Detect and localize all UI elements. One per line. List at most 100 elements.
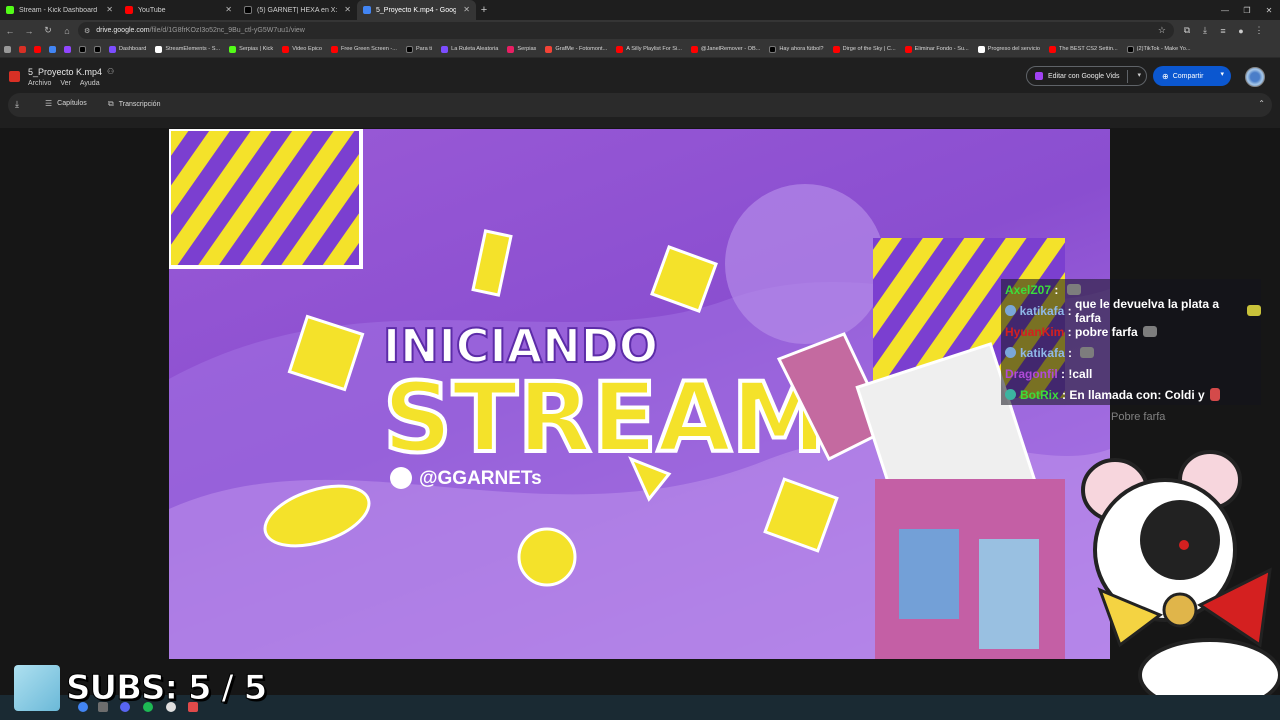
tab-title: 5_Proyecto K.mp4 - Google...: [376, 6, 456, 14]
apps-icon[interactable]: [4, 45, 11, 53]
chrome-taskbar-icon[interactable]: [78, 702, 88, 712]
bookmark-item[interactable]: La Ruleta Aleatoria: [441, 45, 498, 53]
badge-icon: [1005, 305, 1016, 316]
home-icon[interactable]: ⌂: [58, 22, 76, 40]
share-button[interactable]: ⊕ Compartir ▾: [1153, 66, 1231, 86]
youtube-bookmark-icon[interactable]: [34, 45, 41, 53]
bookmark-item[interactable]: The BEST CS2 Settin...: [1048, 45, 1118, 53]
chat-text: pobre farfa: [1075, 324, 1138, 339]
profile-icon[interactable]: ●: [1232, 22, 1250, 39]
app-taskbar-icon[interactable]: [98, 702, 108, 712]
window-controls: — ❐ ✕: [1214, 0, 1280, 20]
minimize-icon[interactable]: —: [1214, 0, 1236, 20]
menu-ayuda[interactable]: Ayuda: [80, 80, 100, 87]
bookmark-star-icon[interactable]: ☆: [1158, 25, 1166, 36]
divider: [1127, 70, 1128, 83]
close-tab-icon[interactable]: ✕: [344, 5, 351, 14]
spotify-taskbar-icon[interactable]: [143, 702, 153, 712]
bookmark-item[interactable]: (2)TikTok - Make Yo...: [1126, 45, 1191, 53]
tiktok-icon[interactable]: [79, 45, 86, 53]
media-icon[interactable]: ≡: [1214, 22, 1232, 39]
close-tab-icon[interactable]: ✕: [463, 5, 470, 14]
menu-ver[interactable]: Ver: [60, 80, 71, 87]
url-bar[interactable]: ⚙ drive.google.com/file/d/1G8frKOzI3o52n…: [78, 22, 1174, 39]
maximize-icon[interactable]: ❐: [1236, 0, 1258, 20]
chat-text: !call: [1068, 366, 1093, 381]
shared-lock-icon[interactable]: ⚇: [107, 67, 114, 76]
bookmark-item[interactable]: Dashboard: [109, 45, 146, 53]
bookmark-item[interactable]: Free Green Screen -...: [330, 45, 397, 53]
app2-taskbar-icon[interactable]: [188, 702, 198, 712]
chat-username: katikafa: [1019, 303, 1065, 318]
gmail-icon[interactable]: [19, 45, 26, 53]
close-tab-icon[interactable]: ✕: [225, 5, 232, 14]
chevron-down-icon[interactable]: ▾: [1137, 71, 1141, 79]
download-icon[interactable]: ⤓: [15, 99, 19, 110]
emote-icon: [1142, 326, 1157, 337]
chat-text: En llamada con: Coldi y: [1069, 387, 1205, 402]
bookmark-favicon-icon: [229, 45, 237, 53]
discord-taskbar-icon[interactable]: [120, 702, 130, 712]
bookmark-item[interactable]: StreamElements - S...: [155, 45, 221, 53]
x-bookmark-icon[interactable]: [94, 45, 101, 53]
chevron-down-icon[interactable]: ▾: [1220, 70, 1224, 78]
bookmark-favicon-icon: [109, 45, 116, 53]
video-viewer: INICIANDO STREAM @GGARNETs AxelZ07 : kat…: [0, 128, 1280, 695]
bookmark-item[interactable]: A Silly Playlist For Si...: [616, 45, 682, 53]
close-tab-icon[interactable]: ✕: [106, 5, 113, 14]
bookmark-label: StreamElements - S...: [165, 46, 221, 52]
bookmark-item[interactable]: Progreso del servicio: [977, 45, 1040, 53]
chat-separator: :: [1064, 303, 1075, 318]
twitch-icon[interactable]: [64, 45, 71, 53]
back-icon[interactable]: ←: [1, 22, 19, 40]
bookmark-item[interactable]: Serpias: [507, 45, 537, 53]
edit-with-vids-button[interactable]: Editar con Google Vids ▾: [1026, 66, 1147, 86]
site-info-icon[interactable]: ⚙: [84, 27, 90, 35]
new-tab-button[interactable]: +: [476, 0, 492, 20]
video-handle: @GGARNETs: [419, 468, 542, 489]
menu-archivo[interactable]: Archivo: [28, 80, 51, 87]
forward-icon[interactable]: →: [20, 22, 38, 40]
chevron-up-icon[interactable]: ⌃: [1258, 99, 1265, 108]
bookmark-label: (2)TikTok - Make Yo...: [1136, 46, 1191, 52]
bookmark-favicon-icon: [282, 45, 290, 53]
bookmark-favicon-icon: [769, 45, 777, 53]
emote-icon: [1066, 284, 1081, 295]
reload-icon[interactable]: ↻: [39, 22, 57, 40]
bookmark-item[interactable]: Hay ahora fútbol?: [769, 45, 824, 53]
file-menu: Archivo Ver Ayuda: [28, 80, 109, 87]
menu-icon[interactable]: ⋮: [1250, 22, 1268, 39]
bookmark-label: @JanelRemover - OB...: [700, 46, 761, 52]
extensions-icon[interactable]: ⧉: [1178, 22, 1196, 39]
emote-icon: [1247, 305, 1261, 316]
bookmark-item[interactable]: @JanelRemover - OB...: [690, 45, 761, 53]
video-frame[interactable]: INICIANDO STREAM @GGARNETs: [169, 129, 1110, 659]
bookmark-favicon-icon: [616, 45, 624, 53]
browser-tab-drive[interactable]: 5_Proyecto K.mp4 - Google... ✕: [357, 0, 476, 20]
bookmark-item[interactable]: Eliminar Fondo - Su...: [904, 45, 969, 53]
bookmark-item[interactable]: Dirge of the Sky | C...: [832, 45, 896, 53]
bookmark-label: Eliminar Fondo - Su...: [914, 46, 969, 52]
stream-start-artwork: INICIANDO STREAM @GGARNETs: [169, 129, 1110, 659]
subs-counter: SUBS: 5 / 5: [65, 668, 267, 709]
account-avatar[interactable]: [1245, 67, 1265, 87]
chapters-button[interactable]: ☰ Capítulos: [45, 99, 87, 108]
url-domain: drive.google.com: [96, 27, 150, 34]
browser-tab-youtube[interactable]: YouTube ✕: [119, 0, 238, 20]
bookmark-item[interactable]: Video Epico: [282, 45, 322, 53]
transcript-button[interactable]: ⧉ Transcripción: [108, 99, 160, 109]
bookmark-favicon-icon: [977, 45, 985, 53]
download-icon[interactable]: ⤓: [1196, 22, 1214, 39]
close-window-icon[interactable]: ✕: [1258, 0, 1280, 20]
bookmark-favicon-icon: [155, 45, 163, 53]
bookmark-item[interactable]: Serpias | Kick: [229, 45, 273, 53]
maps-icon[interactable]: [49, 45, 56, 53]
bookmark-item[interactable]: GrafMe - Fotomont...: [545, 45, 607, 53]
browser-tab-kick[interactable]: Stream - Kick Dashboard ✕: [0, 0, 119, 20]
bookmark-item[interactable]: Para ti: [405, 45, 432, 53]
browser-tab-x[interactable]: (5) GARNET| HEXA en X: "Bien... ✕: [238, 0, 357, 20]
streamer-avatar: [14, 665, 60, 711]
bookmark-label: Serpias: [517, 46, 537, 52]
obs-taskbar-icon[interactable]: [166, 702, 176, 712]
drive-header: 5_Proyecto K.mp4 ⚇ Archivo Ver Ayuda Edi…: [0, 58, 1280, 128]
